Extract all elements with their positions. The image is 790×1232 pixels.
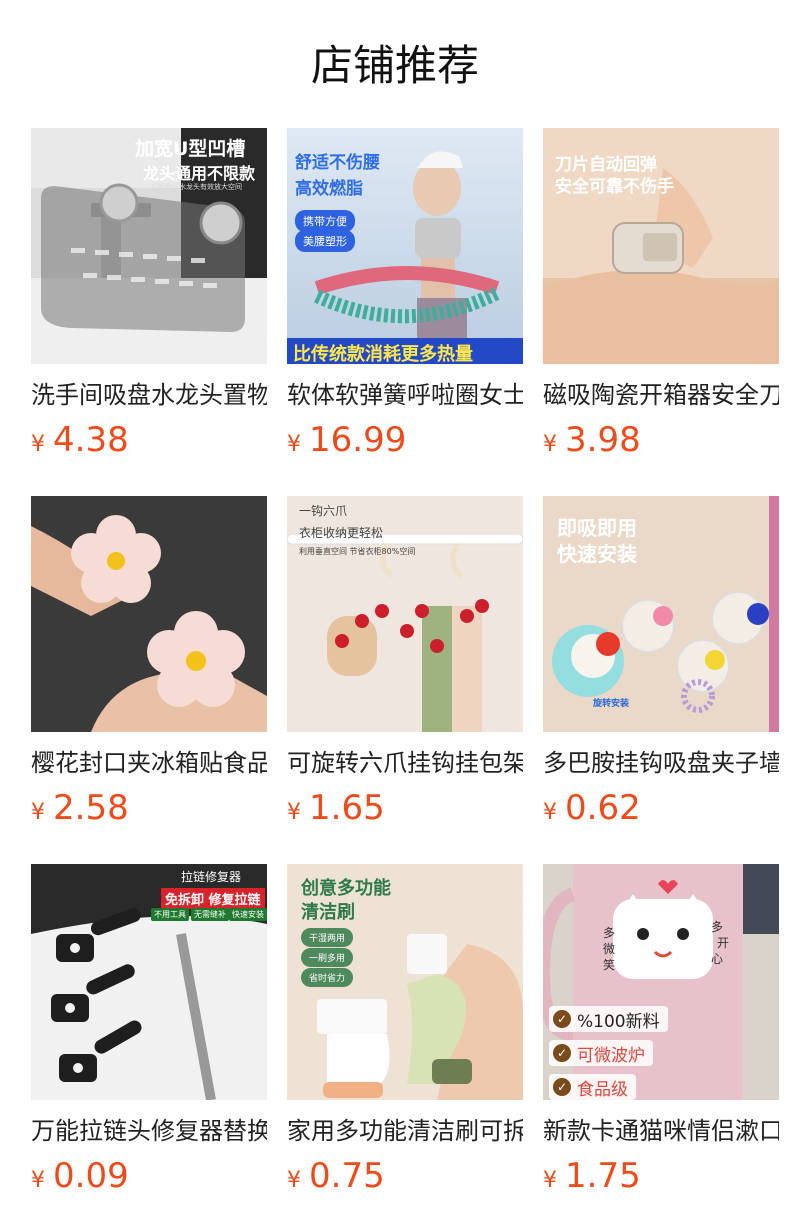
image-chip: 一刷多用: [301, 948, 354, 967]
product-price: ¥ 0.75: [287, 1154, 523, 1198]
product-name[interactable]: 新款卡通猫咪情侣漱口杯: [543, 1112, 779, 1150]
image-chip: 干湿两用: [301, 928, 354, 947]
product-card[interactable]: 拉链修复器 免拆卸 修复拉链 不用工具 无需缝补 快速安装 万能拉链头修复器替换…: [31, 864, 267, 1198]
currency-symbol: ¥: [287, 432, 301, 457]
price-value: 0.75: [309, 1156, 385, 1196]
price-value: 4.38: [53, 420, 129, 460]
product-price: ¥ 1.75: [543, 1154, 779, 1198]
box-cutter-image[interactable]: 刀片自动回弹 安全可靠不伤手: [543, 128, 779, 364]
badge-label: %100新料: [577, 1011, 660, 1032]
currency-symbol: ¥: [543, 800, 557, 825]
image-banner: 比传统款消耗更多热量: [293, 344, 473, 364]
badge-label: 可微波炉: [577, 1045, 645, 1066]
rotating-hook-image[interactable]: 一钩六爪 衣柜收纳更轻松 利用垂直空间 节省衣柜80%空间: [287, 496, 523, 732]
check-icon: ✓: [553, 1010, 571, 1028]
product-name[interactable]: 万能拉链头修复器替换: [31, 1112, 267, 1150]
check-icon: ✓: [553, 1044, 571, 1062]
hula-hoop-image[interactable]: 舒适不伤腰 高效燃脂 携带方便 美腰塑形 比传统款消耗更多热量: [287, 128, 523, 364]
image-chip: 不用工具: [151, 908, 189, 921]
product-card[interactable]: 一钩六爪 衣柜收纳更轻松 利用垂直空间 节省衣柜80%空间 可旋转六爪挂钩挂包架…: [287, 496, 523, 830]
feature-badge: ✓ 可微波炉: [549, 1040, 653, 1066]
image-headline: 加宽U型凹槽: [135, 138, 246, 160]
badge-label: 食品级: [577, 1079, 628, 1100]
image-subline: 高效燃脂: [295, 179, 363, 199]
image-chip: 无需缝补: [191, 908, 229, 921]
cat-mug-image[interactable]: 多 微 笑 多 开 心 ✓ %100新料 ✓ 可微波炉 ✓ 食品级: [543, 864, 779, 1100]
faucet-shelf-image[interactable]: 加宽U型凹槽 龙头通用不限款 巧妙避开水龙头有效放大空间: [31, 128, 267, 364]
currency-symbol: ¥: [31, 1168, 45, 1193]
product-card[interactable]: 刀片自动回弹 安全可靠不伤手 磁吸陶瓷开箱器安全刀 ¥ 3.98: [543, 128, 779, 462]
mug-text: 开: [717, 936, 730, 950]
image-subline: 安全可靠不伤手: [555, 177, 674, 197]
product-name[interactable]: 多巴胺挂钩吸盘夹子墙: [543, 744, 779, 782]
currency-symbol: ¥: [287, 800, 301, 825]
product-name[interactable]: 家用多功能清洁刷可拆: [287, 1112, 523, 1150]
image-note: 利用垂直空间 节省衣柜80%空间: [299, 547, 416, 556]
zipper-repair-image[interactable]: 拉链修复器 免拆卸 修复拉链 不用工具 无需缝补 快速安装: [31, 864, 267, 1100]
feature-badge: ✓ 食品级: [549, 1074, 636, 1100]
image-subline: 免拆卸 修复拉链: [161, 888, 265, 909]
image-headline: 舒适不伤腰: [295, 153, 380, 173]
currency-symbol: ¥: [543, 432, 557, 457]
image-headline: 一钩六爪: [299, 504, 348, 518]
mug-text: 心: [711, 952, 724, 966]
image-headline: 创意多功能: [301, 878, 391, 899]
product-price: ¥ 16.99: [287, 418, 523, 462]
image-subline: 龙头通用不限款: [143, 164, 256, 183]
image-chip: 省时省力: [301, 968, 354, 987]
price-value: 1.75: [565, 1156, 641, 1196]
product-price: ¥ 1.65: [287, 786, 523, 830]
mug-text: 多: [603, 926, 616, 940]
product-name[interactable]: 洗手间吸盘水龙头置物架: [31, 376, 267, 414]
cleaning-brush-image[interactable]: 创意多功能 清洁刷 干湿两用 一刷多用 省时省力: [287, 864, 523, 1100]
image-subline: 衣柜收纳更轻松: [299, 526, 384, 540]
product-price: ¥ 4.38: [31, 418, 267, 462]
sakura-clip-image[interactable]: [31, 496, 267, 732]
image-chip: 快速安装: [229, 908, 267, 921]
price-value: 1.65: [309, 788, 385, 828]
image-subline: 清洁刷: [301, 902, 355, 923]
currency-symbol: ¥: [31, 800, 45, 825]
image-chip: 美腰塑形: [295, 230, 355, 252]
product-card[interactable]: 创意多功能 清洁刷 干湿两用 一刷多用 省时省力 家用多功能清洁刷可拆 ¥ 0.…: [287, 864, 523, 1198]
currency-symbol: ¥: [543, 1168, 557, 1193]
check-icon: ✓: [553, 1078, 571, 1096]
image-chip: 携带方便: [295, 210, 355, 232]
currency-symbol: ¥: [287, 1168, 301, 1193]
image-headline: 即吸即用: [557, 516, 637, 540]
product-card[interactable]: 加宽U型凹槽 龙头通用不限款 巧妙避开水龙头有效放大空间 洗手间吸盘水龙头置物架…: [31, 128, 267, 462]
price-value: 0.09: [53, 1156, 129, 1196]
product-card[interactable]: 舒适不伤腰 高效燃脂 携带方便 美腰塑形 比传统款消耗更多热量 软体软弹簧呼啦圈…: [287, 128, 523, 462]
price-value: 2.58: [53, 788, 129, 828]
product-card[interactable]: 樱花封口夹冰箱贴食品 ¥ 2.58: [31, 496, 267, 830]
product-price: ¥ 3.98: [543, 418, 779, 462]
product-name[interactable]: 磁吸陶瓷开箱器安全刀: [543, 376, 779, 414]
image-note: 旋转安装: [593, 699, 630, 709]
image-note: 巧妙避开水龙头有效放大空间: [151, 183, 242, 191]
image-subline: 快速安装: [557, 542, 637, 566]
product-price: ¥ 2.58: [31, 786, 267, 830]
product-price: ¥ 0.62: [543, 786, 779, 830]
product-name[interactable]: 可旋转六爪挂钩挂包架: [287, 744, 523, 782]
product-card[interactable]: 即吸即用 快速安装 旋转安装 多巴胺挂钩吸盘夹子墙 ¥ 0.62: [543, 496, 779, 830]
product-name[interactable]: 樱花封口夹冰箱贴食品: [31, 744, 267, 782]
image-headline: 拉链修复器: [181, 870, 242, 884]
mug-text: 多: [711, 920, 724, 934]
price-value: 3.98: [565, 420, 641, 460]
mug-text: 微: [603, 942, 616, 956]
product-name[interactable]: 软体软弹簧呼啦圈女士: [287, 376, 523, 414]
price-value: 16.99: [309, 420, 407, 460]
mug-text: 笑: [603, 958, 616, 972]
suction-hook-image[interactable]: 即吸即用 快速安装 旋转安装: [543, 496, 779, 732]
product-grid: 加宽U型凹槽 龙头通用不限款 巧妙避开水龙头有效放大空间 洗手间吸盘水龙头置物架…: [0, 0, 790, 1232]
product-card[interactable]: 多 微 笑 多 开 心 ✓ %100新料 ✓ 可微波炉 ✓ 食品级 新款卡通猫咪…: [543, 864, 779, 1198]
sakura-clip-illustration: [31, 496, 267, 732]
feature-badge: ✓ %100新料: [549, 1006, 668, 1032]
product-price: ¥ 0.09: [31, 1154, 267, 1198]
currency-symbol: ¥: [31, 432, 45, 457]
price-value: 0.62: [565, 788, 641, 828]
